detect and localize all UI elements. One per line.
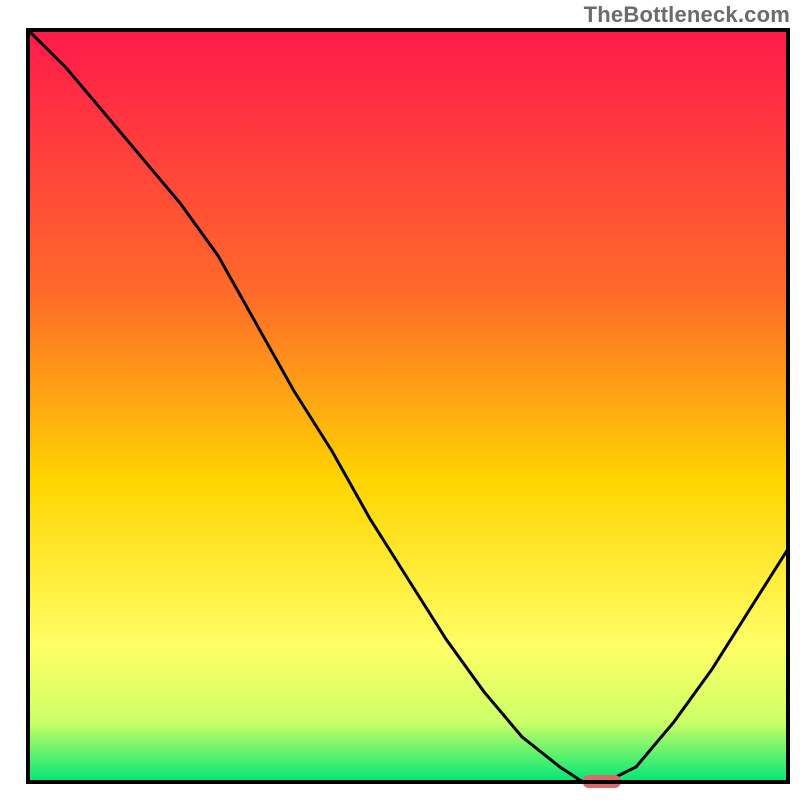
gradient-background [28,30,788,782]
chart-svg [0,0,800,800]
plot-area [28,30,788,788]
bottleneck-chart: TheBottleneck.com [0,0,800,800]
